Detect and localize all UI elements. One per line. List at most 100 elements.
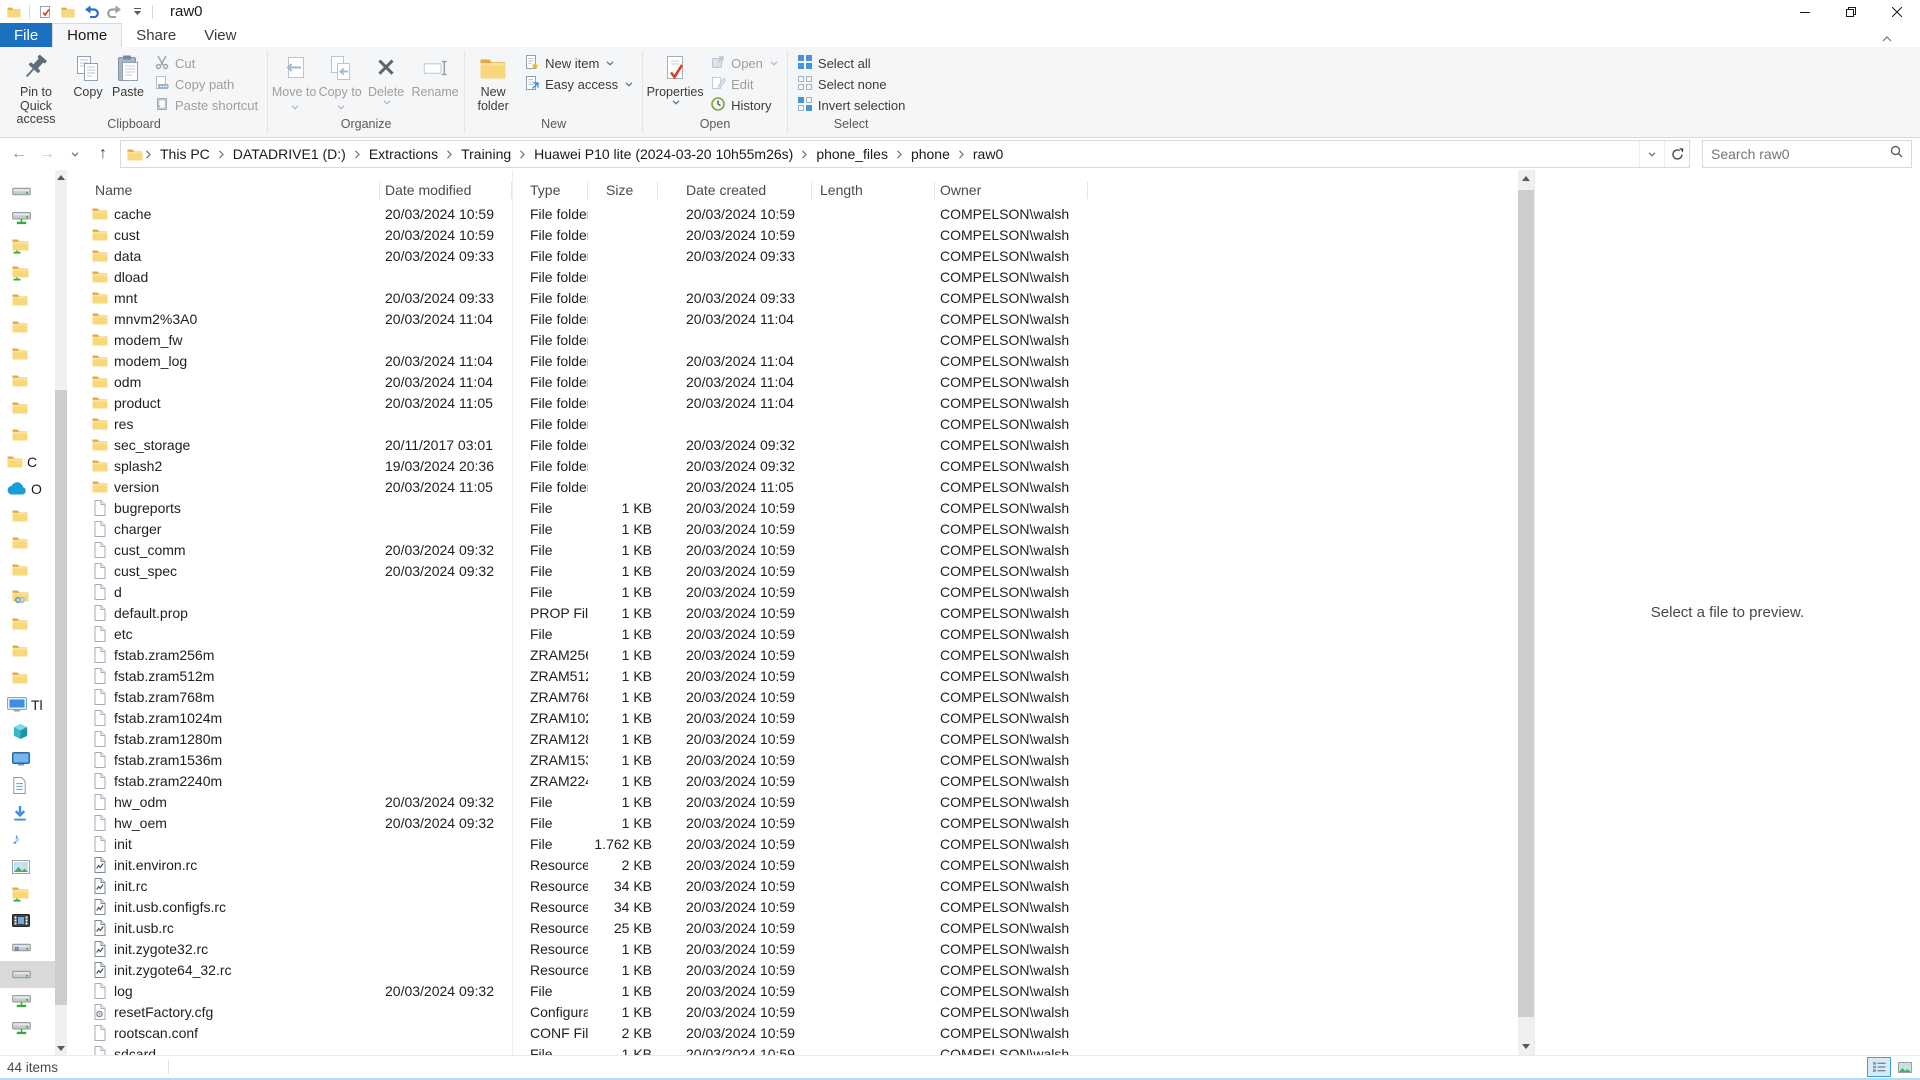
file-row[interactable]: chargerFile1 KB20/03/2024 10:59COMPELSON… <box>67 518 1518 539</box>
pin-to-quick-access-button[interactable]: Pin to Quick access <box>4 49 68 127</box>
qat-customize-icon[interactable] <box>129 4 145 20</box>
breadcrumb-segment[interactable]: phone <box>905 146 956 162</box>
navigation-scrollbar[interactable] <box>55 170 67 1055</box>
scroll-up-icon[interactable] <box>1518 170 1534 187</box>
tab-file[interactable]: File <box>0 23 52 47</box>
file-row[interactable]: fstab.zram512mZRAM512...1 KB20/03/2024 1… <box>67 665 1518 686</box>
column-header-length[interactable]: Length <box>812 182 935 199</box>
scroll-up-icon[interactable] <box>55 170 67 184</box>
file-row[interactable]: mnt20/03/2024 09:33File folder20/03/2024… <box>67 287 1518 308</box>
breadcrumb-segment[interactable]: This PC <box>154 146 216 162</box>
sidebar-item-desktop[interactable] <box>0 745 55 772</box>
file-row[interactable]: init.usb.configfs.rcResource S...34 KB20… <box>67 896 1518 917</box>
sidebar-item-drive[interactable] <box>0 961 55 988</box>
easy-access-button[interactable]: Easy access <box>518 74 639 95</box>
file-row[interactable]: resFile folderCOMPELSON\walsh <box>67 413 1518 434</box>
file-row[interactable]: log20/03/2024 09:32File1 KB20/03/2024 10… <box>67 980 1518 1001</box>
sidebar-item-3d-objects[interactable] <box>0 718 55 745</box>
breadcrumb-segment[interactable]: Training <box>455 146 517 162</box>
file-row[interactable]: dloadFile folderCOMPELSON\walsh <box>67 266 1518 287</box>
scrollbar-thumb[interactable] <box>1518 190 1534 1017</box>
file-row[interactable]: cust_spec20/03/2024 09:32File1 KB20/03/2… <box>67 560 1518 581</box>
close-button[interactable] <box>1874 0 1920 23</box>
file-row[interactable]: etcFile1 KB20/03/2024 10:59COMPELSON\wal… <box>67 623 1518 644</box>
sidebar-item-pictures[interactable] <box>0 853 55 880</box>
file-row[interactable]: odm20/03/2024 11:04File folder20/03/2024… <box>67 371 1518 392</box>
sidebar-item-folder[interactable] <box>0 313 55 340</box>
copy-button[interactable]: Copy <box>68 49 108 100</box>
file-row[interactable]: hw_odm20/03/2024 09:32File1 KB20/03/2024… <box>67 791 1518 812</box>
breadcrumb-chevron-icon[interactable] <box>352 150 363 159</box>
select-all-button[interactable]: Select all <box>791 53 911 74</box>
scroll-down-icon[interactable] <box>55 1041 67 1055</box>
column-header-date-modified[interactable]: Date modified <box>380 182 512 199</box>
file-row[interactable]: data20/03/2024 09:33File folder20/03/202… <box>67 245 1518 266</box>
paste-button[interactable]: Paste <box>108 49 148 100</box>
breadcrumb-segment[interactable]: DATADRIVE1 (D:) <box>227 146 352 162</box>
properties-button[interactable]: Properties <box>646 49 704 105</box>
sidebar-item-folder[interactable] <box>0 664 55 691</box>
sidebar-item-drive[interactable] <box>0 178 55 205</box>
sidebar-item-folder[interactable] <box>0 367 55 394</box>
sidebar-item-network-drive[interactable] <box>0 1015 55 1042</box>
file-row[interactable]: sdcardFile1 KB20/03/2024 10:59COMPELSON\… <box>67 1043 1518 1055</box>
sidebar-item-onedrive[interactable]: O <box>0 475 55 502</box>
history-button[interactable]: History <box>704 95 784 116</box>
breadcrumb-chevron-icon[interactable] <box>444 150 455 159</box>
new-item-button[interactable]: New item <box>518 53 639 74</box>
sidebar-item-network-folder[interactable] <box>0 259 55 286</box>
file-row[interactable]: fstab.zram1536mZRAM1536...1 KB20/03/2024… <box>67 749 1518 770</box>
sidebar-item-this-pc[interactable]: Tl <box>0 691 55 718</box>
up-icon[interactable]: ↑ <box>92 142 114 166</box>
file-row[interactable]: fstab.zram1280mZRAM1280...1 KB20/03/2024… <box>67 728 1518 749</box>
tab-share[interactable]: Share <box>122 23 190 47</box>
sidebar-item-folder[interactable] <box>0 394 55 421</box>
column-header-date-created[interactable]: Date created <box>658 182 812 199</box>
file-row[interactable]: bugreportsFile1 KB20/03/2024 10:59COMPEL… <box>67 497 1518 518</box>
sidebar-item-folder[interactable] <box>0 529 55 556</box>
file-row[interactable]: modem_fwFile folderCOMPELSON\walsh <box>67 329 1518 350</box>
file-row[interactable]: product20/03/2024 11:05File folder20/03/… <box>67 392 1518 413</box>
column-header-name[interactable]: Name <box>67 182 380 199</box>
select-none-button[interactable]: Select none <box>791 74 911 95</box>
file-list-scrollbar[interactable] <box>1518 170 1534 1055</box>
column-header-owner[interactable]: Owner <box>935 182 1088 199</box>
file-row[interactable]: modem_log20/03/2024 11:04File folder20/0… <box>67 350 1518 371</box>
file-row[interactable]: init.environ.rcResource S...2 KB20/03/20… <box>67 854 1518 875</box>
search-input[interactable]: Search raw0 <box>1702 140 1912 168</box>
large-icons-view-button[interactable] <box>1893 1057 1917 1077</box>
invert-selection-button[interactable]: Invert selection <box>791 95 911 116</box>
file-row[interactable]: init.rcResource S...34 KB20/03/2024 10:5… <box>67 875 1518 896</box>
sidebar-item-folder[interactable] <box>0 556 55 583</box>
sidebar-item-folder[interactable] <box>0 421 55 448</box>
column-header-type[interactable]: Type <box>512 182 588 199</box>
breadcrumb-segment[interactable]: Extractions <box>363 146 444 162</box>
file-row[interactable]: default.propPROP File1 KB20/03/2024 10:5… <box>67 602 1518 623</box>
sidebar-item-network-drive[interactable] <box>0 205 55 232</box>
refresh-icon[interactable] <box>1664 141 1689 167</box>
file-row[interactable]: init.usb.rcResource S...25 KB20/03/2024 … <box>67 917 1518 938</box>
breadcrumb-segment[interactable]: raw0 <box>967 146 1009 162</box>
sidebar-item-music[interactable]: ♪ <box>0 826 55 853</box>
sidebar-item-folder[interactable] <box>0 340 55 367</box>
recent-locations-icon[interactable] <box>64 142 86 166</box>
file-row[interactable]: sec_storage20/11/2017 03:01File folder20… <box>67 434 1518 455</box>
tab-view[interactable]: View <box>190 23 250 47</box>
file-row[interactable]: cust20/03/2024 10:59File folder20/03/202… <box>67 224 1518 245</box>
minimize-ribbon-icon[interactable] <box>1882 29 1892 47</box>
file-row[interactable]: mnvm2%3A020/03/2024 11:04File folder20/0… <box>67 308 1518 329</box>
file-row[interactable]: hw_oem20/03/2024 09:32File1 KB20/03/2024… <box>67 812 1518 833</box>
column-header-size[interactable]: Size <box>588 182 658 199</box>
sidebar-item-drive-windows[interactable] <box>0 934 55 961</box>
qat-new-folder-icon[interactable] <box>60 4 76 20</box>
tab-home[interactable]: Home <box>52 23 122 47</box>
address-box[interactable]: This PC DATADRIVE1 (D:) Extractions Trainin… <box>120 140 1690 168</box>
file-row[interactable]: splash219/03/2024 20:36File folder20/03/… <box>67 455 1518 476</box>
address-dropdown-icon[interactable] <box>1639 141 1664 167</box>
sidebar-item-folder[interactable] <box>0 286 55 313</box>
sidebar-item-folder[interactable]: C <box>0 448 55 475</box>
scrollbar-thumb[interactable] <box>55 390 67 1005</box>
sidebar-item-network-folder[interactable] <box>0 232 55 259</box>
file-row[interactable]: init.zygote64_32.rcResource S...1 KB20/0… <box>67 959 1518 980</box>
restore-button[interactable] <box>1828 0 1874 23</box>
